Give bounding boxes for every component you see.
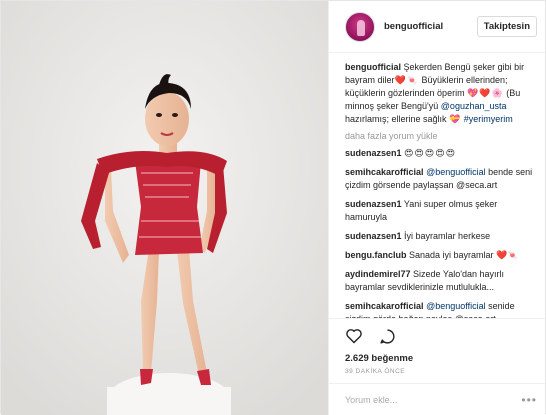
comment-item: sudenazsen1 😍😍😍😍😍	[345, 147, 535, 160]
instagram-post: benguofficial Takiptesin benguofficial Ş…	[0, 0, 546, 415]
more-options-icon[interactable]: •••	[521, 393, 537, 407]
caption-hashtag[interactable]: #yerimyerim	[464, 114, 513, 124]
avatar[interactable]	[345, 11, 375, 42]
comment-input[interactable]	[345, 394, 522, 405]
comments-list[interactable]: benguofficial Şekerden Bengü şeker gibi …	[329, 53, 545, 318]
comment-item: sudenazsen1 İyi bayramlar herkese	[345, 230, 535, 243]
post-actions: 2.629 beğenme 39 DAKİKA ÖNCE	[329, 318, 545, 375]
action-icons	[345, 325, 529, 347]
load-more-comments-link[interactable]: daha fazla yorum yükle	[345, 131, 535, 141]
post-timestamp[interactable]: 39 DAKİKA ÖNCE	[345, 368, 529, 375]
comment-mention[interactable]: @benguofficial	[426, 167, 486, 177]
caption-emoji-1: ❤️🍬	[394, 75, 419, 85]
comment-username[interactable]: semihcakarofficial	[345, 167, 424, 177]
cake-figurine-image	[1, 1, 328, 415]
caption-mention[interactable]: @oguzhan_usta	[441, 101, 507, 111]
likes-count[interactable]: 2.629 beğenme	[345, 353, 529, 364]
comment-username[interactable]: sudenazsen1	[345, 231, 402, 241]
post-photo[interactable]	[1, 1, 328, 415]
side-panel: benguofficial Takiptesin benguofficial Ş…	[328, 1, 545, 415]
comment-username[interactable]: aydindemirel77	[345, 269, 411, 279]
comment-username[interactable]: semihcakarofficial	[345, 301, 424, 311]
comment-item: semihcakarofficial @benguofficial senide…	[345, 300, 535, 318]
caption-emoji-2: 💖❤️🌸	[467, 88, 504, 98]
comment-text: Sanada iyi bayramlar ❤️🍬	[409, 250, 519, 260]
heart-icon[interactable]	[345, 328, 363, 344]
comment-mention[interactable]: @benguofficial	[426, 301, 486, 311]
comment-username[interactable]: bengu.fanclub	[345, 250, 407, 260]
caption-text-4: hazırlamış; ellerine sağlık	[345, 114, 447, 124]
comment-item: semihcakarofficial @benguofficial bende …	[345, 166, 535, 192]
comment-text: 😍😍😍😍😍	[404, 148, 456, 158]
comment-item: aydindemirel77 Sizede Yalo'dan hayırlı b…	[345, 268, 535, 294]
add-comment-bar: •••	[329, 383, 545, 415]
post-header: benguofficial Takiptesin	[329, 1, 545, 53]
following-button[interactable]: Takiptesin	[476, 16, 537, 37]
header-username[interactable]: benguofficial	[384, 21, 477, 32]
caption-username[interactable]: benguofficial	[345, 62, 401, 72]
comment-bubble-icon[interactable]	[379, 328, 396, 345]
comment-item: sudenazsen1 Yani super olmus şeker hamur…	[345, 198, 535, 224]
comment-item: bengu.fanclub Sanada iyi bayramlar ❤️🍬	[345, 249, 535, 262]
post-caption: benguofficial Şekerden Bengü şeker gibi …	[345, 61, 535, 126]
comment-username[interactable]: sudenazsen1	[345, 148, 402, 158]
comment-username[interactable]: sudenazsen1	[345, 199, 402, 209]
comment-text: İyi bayramlar herkese	[404, 231, 491, 241]
caption-emoji-3: 💝	[449, 114, 462, 124]
